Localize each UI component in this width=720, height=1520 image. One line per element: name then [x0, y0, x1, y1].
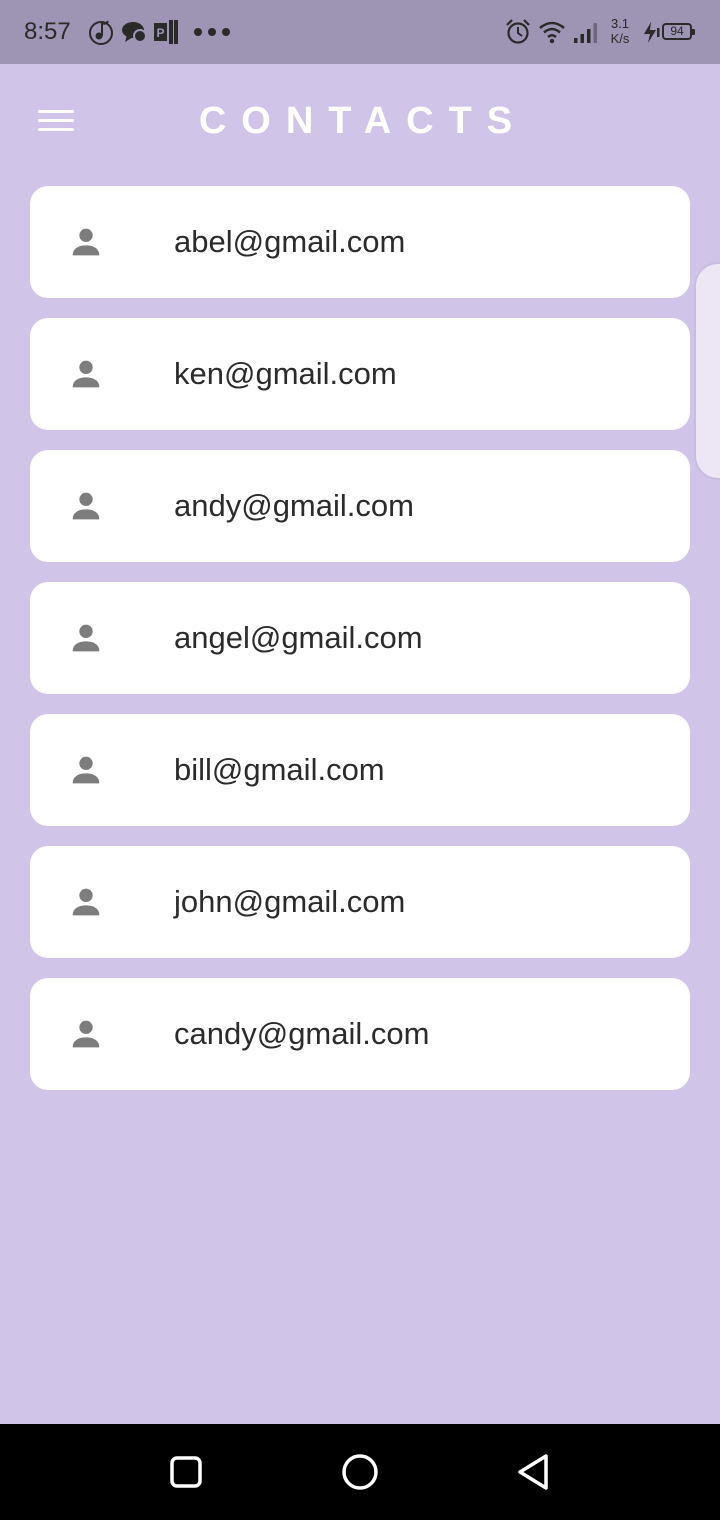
battery-indicator: 94	[662, 23, 695, 40]
wifi-icon	[539, 21, 565, 44]
person-icon	[72, 756, 100, 784]
svg-text:P: P	[156, 26, 164, 40]
person-icon	[72, 360, 100, 388]
network-speed-value: 3.1	[610, 16, 630, 31]
contact-card[interactable]: john@gmail.com	[30, 846, 690, 958]
back-icon[interactable]	[512, 1450, 556, 1494]
music-icon	[89, 20, 113, 45]
signal-icon	[574, 23, 597, 43]
contact-card[interactable]: angel@gmail.com	[30, 582, 690, 694]
status-time: 8:57	[24, 18, 71, 45]
home-icon[interactable]	[338, 1450, 382, 1494]
chat-icon	[122, 22, 147, 43]
navigation-bar	[0, 1424, 720, 1520]
recents-icon[interactable]	[164, 1450, 208, 1494]
page-title: CONTACTS	[198, 100, 528, 142]
publisher-icon: P	[154, 20, 178, 44]
contact-email: candy@gmail.com	[174, 1016, 430, 1051]
status-bar: 8:57 P 3.1 K/s 94	[0, 0, 720, 64]
edge-panel-handle[interactable]	[694, 262, 720, 480]
contact-card[interactable]: andy@gmail.com	[30, 450, 690, 562]
contact-email: ken@gmail.com	[174, 356, 397, 391]
network-speed: 3.1 K/s	[606, 16, 634, 46]
contact-email: abel@gmail.com	[174, 224, 406, 259]
network-speed-unit: K/s	[610, 31, 630, 46]
contact-email: bill@gmail.com	[174, 752, 385, 787]
contact-email: andy@gmail.com	[174, 488, 414, 523]
person-icon	[72, 228, 100, 256]
contact-list: abel@gmail.com ken@gmail.com andy@gmail.…	[30, 186, 690, 1110]
contact-email: angel@gmail.com	[174, 620, 423, 655]
contact-card[interactable]: abel@gmail.com	[30, 186, 690, 298]
person-icon	[72, 1020, 100, 1048]
person-icon	[72, 624, 100, 652]
contact-email: john@gmail.com	[174, 884, 406, 919]
contact-card[interactable]: candy@gmail.com	[30, 978, 690, 1090]
more-dots-icon	[194, 28, 230, 36]
charging-icon	[644, 22, 660, 43]
person-icon	[72, 888, 100, 916]
contact-card[interactable]: ken@gmail.com	[30, 318, 690, 430]
person-icon	[72, 492, 100, 520]
alarm-icon	[506, 19, 530, 44]
contact-card[interactable]: bill@gmail.com	[30, 714, 690, 826]
